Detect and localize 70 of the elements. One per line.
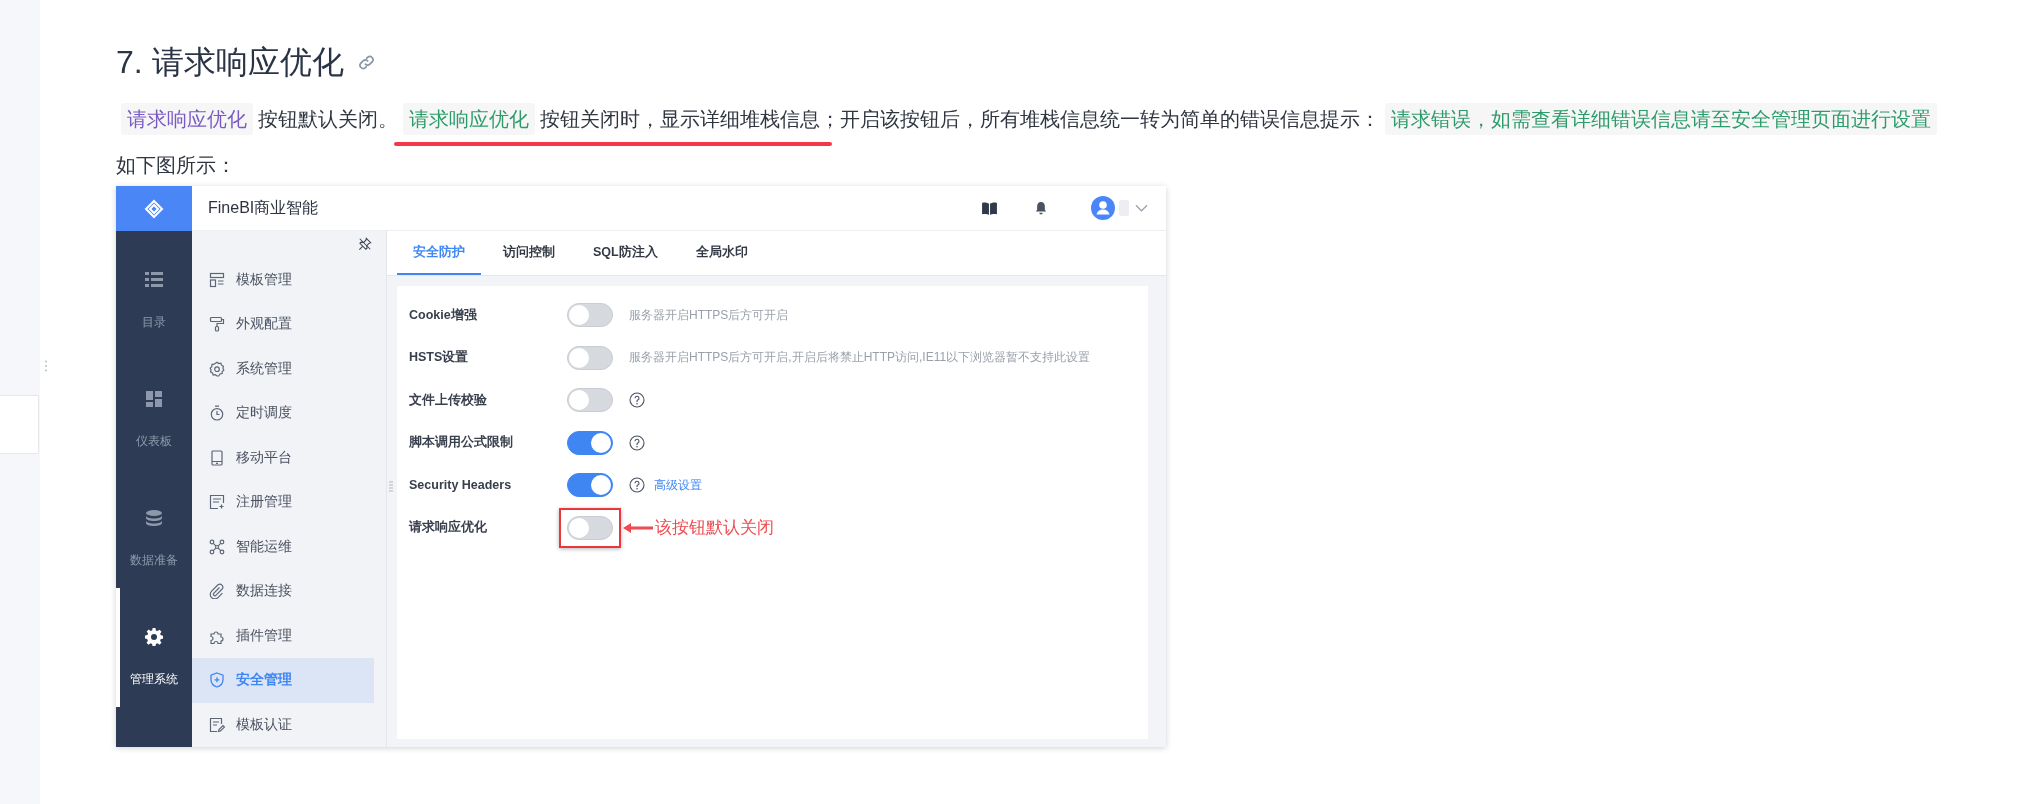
tab[interactable]: 全局水印 [679, 231, 764, 275]
menu-item[interactable]: 模板认证 [192, 702, 374, 747]
toggle-switch[interactable] [567, 430, 613, 455]
form-add-icon [209, 494, 225, 511]
link-icon[interactable] [357, 53, 375, 71]
inline-code: 请求错误，如需查看详细错误信息请至安全管理页面进行设置 [1385, 103, 1937, 135]
help-icon[interactable] [629, 434, 645, 451]
menu-item[interactable]: 系统管理 [192, 346, 374, 391]
paragraph-text: ；开启该按钮后，所有堆栈信息统一转为简单的错误信息提示： [820, 107, 1380, 132]
help-icon[interactable] [629, 392, 645, 409]
menu-item[interactable]: 外观配置 [192, 302, 374, 347]
menu-item[interactable]: 移动平台 [192, 435, 374, 480]
database-icon [145, 509, 163, 527]
menu-item[interactable]: 注册管理 [192, 480, 374, 525]
paragraph-text: 按钮默认关闭。 [258, 107, 398, 132]
product-title: FineBI商业智能 [208, 197, 319, 218]
arrow-icon [623, 521, 653, 534]
list-icon [145, 271, 163, 289]
inline-code: 请求响应优化 [403, 103, 535, 135]
paint-roller-icon [209, 316, 225, 333]
setting-label: 脚本调用公式限制 [409, 434, 514, 452]
menu-item[interactable]: 数据连接 [192, 569, 374, 614]
annotation-text: 该按钮默认关闭 [655, 517, 774, 540]
shield-icon [209, 672, 225, 689]
paragraph-text: 按钮关闭时，显示详细堆栈信息 [540, 107, 820, 132]
menu-item[interactable]: 定时调度 [192, 391, 374, 436]
logo-icon [144, 198, 164, 219]
rail-item[interactable]: 数据准备 [116, 469, 192, 588]
section-heading: 7. 请求响应优化 [116, 43, 344, 82]
toggle-switch[interactable] [567, 303, 613, 328]
avatar-icon[interactable] [1091, 196, 1115, 220]
pin-icon[interactable] [358, 237, 372, 252]
layout-icon [209, 271, 225, 288]
resize-handle-icon[interactable] [389, 481, 393, 493]
setting-label: Security Headers [409, 478, 513, 493]
tab[interactable]: 访问控制 [487, 231, 571, 275]
menu-item[interactable]: 插件管理 [192, 613, 374, 658]
setting-label: 文件上传校验 [409, 391, 488, 409]
toggle-switch[interactable] [567, 473, 613, 498]
drag-handle-icon[interactable] [44, 360, 48, 372]
dashboard-icon [145, 390, 163, 408]
inline-code: 请求响应优化 [121, 103, 253, 135]
paperclip-icon [209, 583, 225, 600]
hint-text: 服务器开启HTTPS后方可开启 [629, 306, 789, 324]
document-edit-icon [209, 716, 225, 733]
hint-text: 服务器开启HTTPS后方可开启,开启后将禁止HTTP访问,IE11以下浏览器暂不支持此设置 [629, 349, 1091, 367]
menu-item[interactable]: 模板管理 [192, 257, 374, 302]
rail-item[interactable]: 仪表板 [116, 350, 192, 469]
toggle-switch[interactable] [567, 515, 613, 540]
gear-icon [145, 628, 163, 646]
book-icon[interactable] [982, 201, 997, 215]
caption-text: 如下图所示： [116, 153, 237, 178]
settings-link[interactable]: 高级设置 [654, 476, 702, 494]
menu-item[interactable]: 智能运维 [192, 524, 374, 569]
bell-icon[interactable] [1035, 201, 1047, 215]
setting-label: Cookie增强 [409, 306, 478, 324]
setting-label: HSTS设置 [409, 349, 470, 367]
rail-item[interactable]: 目录 [116, 231, 192, 350]
toggle-switch[interactable] [567, 388, 613, 413]
gear-icon [209, 360, 225, 377]
tab[interactable]: 安全防护 [397, 231, 481, 275]
help-icon[interactable] [629, 477, 645, 494]
chevron-down-icon[interactable] [1135, 204, 1148, 212]
network-icon [209, 538, 225, 555]
stopwatch-icon [209, 405, 225, 422]
setting-label: 请求响应优化 [409, 519, 488, 537]
toggle-switch[interactable] [567, 345, 613, 370]
tablet-icon [209, 449, 225, 466]
rail-item[interactable]: 管理系统 [116, 588, 192, 707]
tab[interactable]: SQL防注入 [577, 231, 674, 275]
